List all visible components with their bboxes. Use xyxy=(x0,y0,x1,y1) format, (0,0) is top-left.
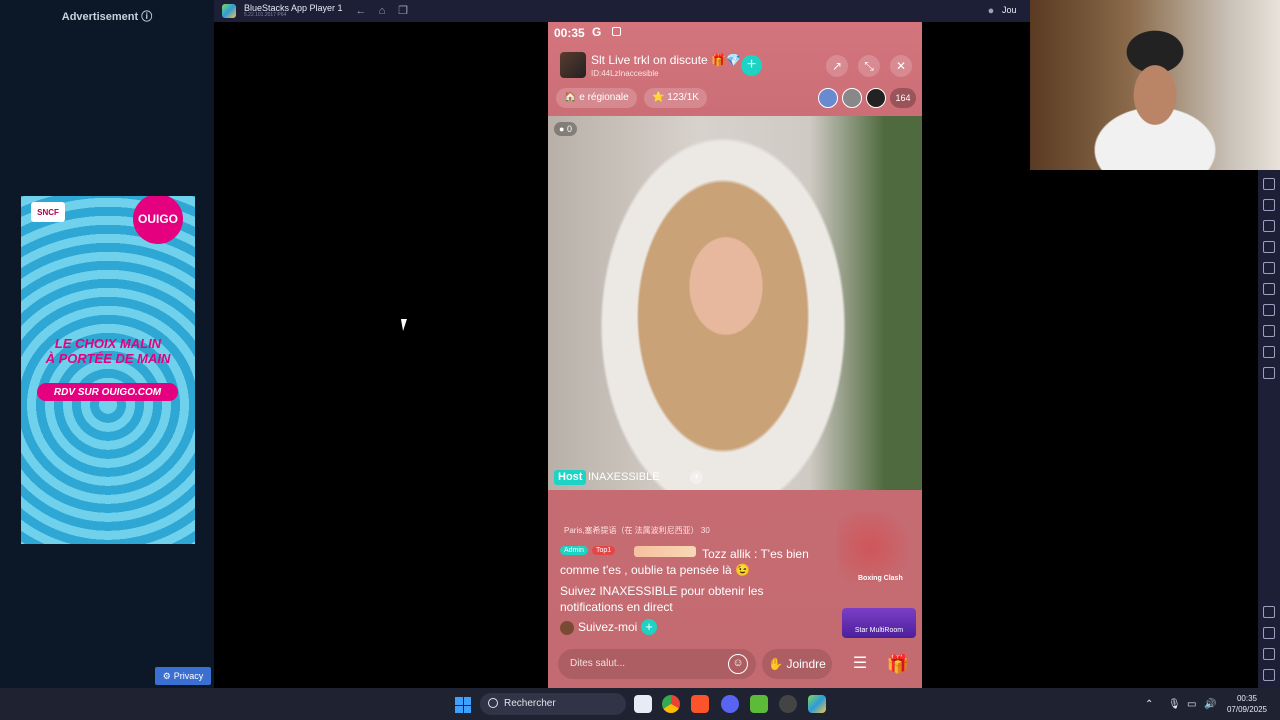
taskbar-search[interactable]: Rechercher xyxy=(480,693,626,715)
hand-icon: ✋ xyxy=(768,657,784,671)
toolbar-icon[interactable] xyxy=(1263,367,1275,379)
host-add-button[interactable]: + xyxy=(690,471,703,484)
viewer-avatar[interactable] xyxy=(842,88,862,108)
microphone-icon[interactable]: 🎙 xyxy=(1168,699,1181,710)
minecraft-icon[interactable] xyxy=(750,695,768,713)
back-icon[interactable]: ← xyxy=(354,4,368,18)
join-label[interactable]: Jou xyxy=(1002,5,1017,15)
status-time: 00:35 xyxy=(554,26,585,40)
ouigo-logo: OUIGO xyxy=(133,196,183,244)
menu-icon[interactable]: ☰ xyxy=(846,649,874,679)
chat-input[interactable]: Dites salut... ☺ xyxy=(558,649,756,679)
room-avatar[interactable] xyxy=(560,52,586,78)
follow-plus-button[interactable]: + xyxy=(741,55,762,76)
privacy-button[interactable]: ⚙ Privacy xyxy=(155,667,211,685)
home-icon[interactable] xyxy=(1263,648,1275,660)
home-icon[interactable]: ⌂ xyxy=(375,4,389,18)
toolbar-icon[interactable] xyxy=(1263,262,1275,274)
region-chip[interactable]: 🏠 e régionale xyxy=(556,88,637,108)
follow-notice: Suivez INAXESSIBLE pour obtenir les noti… xyxy=(560,584,764,614)
user-badges xyxy=(634,546,696,557)
tray-clock[interactable]: 00:35 07/09/2025 xyxy=(1222,693,1272,715)
viewer-avatar[interactable] xyxy=(866,88,886,108)
settings-icon[interactable] xyxy=(1263,606,1275,618)
follow-me-label[interactable]: Suivez-moi xyxy=(578,620,637,634)
file-explorer-icon[interactable] xyxy=(634,695,652,713)
ad-cta-button[interactable]: RDV SUR OUIGO.COM xyxy=(37,383,178,401)
brave-icon[interactable] xyxy=(691,695,709,713)
ad-headline: LE CHOIX MALIN À PORTÉE DE MAIN xyxy=(45,336,171,366)
level-chip[interactable]: ⭐ 123/1K xyxy=(644,88,707,108)
boxing-clash-widget[interactable]: Boxing Clash xyxy=(858,575,910,599)
volume-icon[interactable]: 🔊 xyxy=(1204,699,1216,710)
viewer-avatar[interactable] xyxy=(818,88,838,108)
windows-start-icon[interactable] xyxy=(455,697,471,713)
bluestacks-logo-icon xyxy=(222,4,236,18)
gift-decoration xyxy=(838,512,918,582)
close-icon[interactable]: ✕ xyxy=(890,55,912,77)
search-icon xyxy=(488,698,498,708)
tray-date: 07/09/2025 xyxy=(1226,705,1268,714)
host-name[interactable]: INAXESSIBLE xyxy=(588,470,660,485)
coin-badge: ● 0 xyxy=(554,122,577,136)
chevron-up-icon[interactable]: ⌃ xyxy=(1145,699,1153,710)
chrome-icon[interactable] xyxy=(662,695,680,713)
admin-tag: Admin xyxy=(560,546,588,555)
location-line: Paris,塞希提语（在 法属波利尼西亚） 30 xyxy=(564,526,710,535)
gear-icon: ⚙ xyxy=(162,670,171,681)
toolbar-icon[interactable] xyxy=(1263,304,1275,316)
toolbar-icon[interactable] xyxy=(1263,220,1275,232)
discord-icon[interactable] xyxy=(721,695,739,713)
top1-tag: Top1 xyxy=(592,546,616,555)
phone-screen: 00:35 G Slt Live trkl on discute 🎁💎 ID:4… xyxy=(548,22,922,688)
viewer-count[interactable]: 164 xyxy=(890,88,916,108)
star-multiroom-widget[interactable]: Star MultiRoom xyxy=(842,608,916,638)
obs-icon[interactable] xyxy=(779,695,797,713)
minimize-icon[interactable]: ⤡ xyxy=(858,55,880,77)
gift-icon[interactable]: 🎁 xyxy=(884,649,912,679)
recent-apps-icon[interactable]: ❐ xyxy=(396,4,410,18)
toolbar-icon[interactable] xyxy=(1263,283,1275,295)
toolbar-icon[interactable] xyxy=(1263,325,1275,337)
ad-heading: Advertisement ⓘ xyxy=(61,11,153,23)
live-video[interactable]: ● 0 Host INAXESSIBLE + xyxy=(548,116,922,490)
share-icon[interactable]: ↗ xyxy=(826,55,848,77)
toolbar-icon[interactable] xyxy=(1263,199,1275,211)
toolbar-icon[interactable] xyxy=(1263,241,1275,253)
emoji-icon[interactable]: ☺ xyxy=(728,654,748,674)
back-icon[interactable] xyxy=(1263,627,1275,639)
star-icon: ⭐ xyxy=(652,92,665,103)
host-tag: Host xyxy=(554,470,587,485)
follow-me-button[interactable]: + xyxy=(641,619,657,635)
coin-icon: ● xyxy=(987,5,995,17)
mouse-cursor xyxy=(400,319,410,331)
privacy-label: Privacy xyxy=(173,671,204,681)
room-id: ID:44LzInaccesible xyxy=(591,69,659,78)
coin-icon: ● xyxy=(559,124,565,134)
network-icon[interactable]: ▭ xyxy=(1187,699,1196,710)
room-title: Slt Live trkl on discute 🎁💎 xyxy=(591,53,741,67)
join-button[interactable]: ✋ Joindre xyxy=(762,649,832,679)
tray-time: 00:35 xyxy=(1236,694,1258,703)
notification-icon xyxy=(612,27,621,36)
host-avatar-small xyxy=(560,621,574,635)
ad-banner[interactable]: SNCF OUIGO LE CHOIX MALIN À PORTÉE DE MA… xyxy=(21,196,195,544)
toolbar-icon[interactable] xyxy=(1263,346,1275,358)
bluestacks-taskbar-icon[interactable] xyxy=(808,695,826,713)
home-chip-icon: 🏠 xyxy=(564,92,577,103)
webcam-overlay xyxy=(1030,0,1280,170)
toolbar-icon[interactable] xyxy=(1263,178,1275,190)
sncf-logo: SNCF xyxy=(31,202,65,222)
recent-apps-icon[interactable] xyxy=(1263,669,1275,681)
app-version: 5.22.101.2017 P64 xyxy=(244,12,287,18)
chat-input-placeholder: Dites salut... xyxy=(570,658,626,669)
bluestacks-side-toolbar xyxy=(1258,170,1280,688)
google-icon: G xyxy=(592,25,602,39)
